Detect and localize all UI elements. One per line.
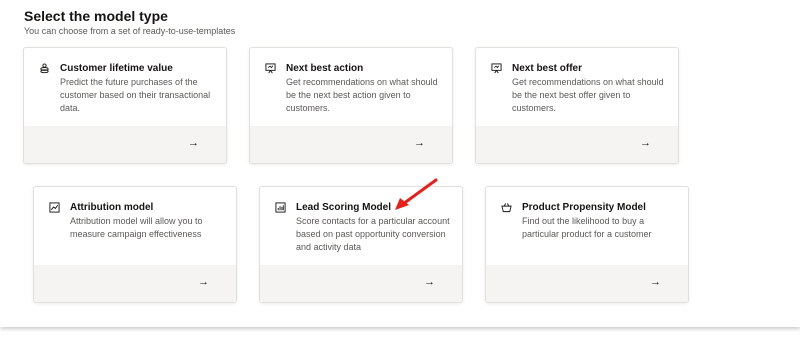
presentation-icon	[491, 63, 502, 74]
arrow-right-icon[interactable]: →	[414, 138, 425, 149]
card-footer: →	[34, 265, 236, 302]
card-description: Attribution model will allow you to meas…	[70, 216, 203, 239]
card-next-best-action[interactable]: Next best action Get recommendations on …	[249, 47, 453, 164]
model-type-panel: Select the model type You can choose fro…	[0, 0, 800, 327]
card-description: Get recommendations on what should be th…	[512, 77, 664, 113]
card-description: Get recommendations on what should be th…	[286, 77, 438, 113]
card-next-best-offer[interactable]: Next best offer Get recommendations on w…	[475, 47, 679, 164]
arrow-right-icon[interactable]: →	[640, 138, 651, 149]
card-customer-lifetime-value[interactable]: Customer lifetime value Predict the futu…	[23, 47, 227, 164]
card-footer: →	[24, 126, 226, 163]
card-footer: →	[260, 265, 462, 302]
coins-icon	[40, 63, 49, 74]
annotation-arrow	[395, 178, 438, 210]
card-product-propensity-model[interactable]: Product Propensity Model Find out the li…	[485, 186, 689, 303]
card-body: Customer lifetime value Predict the futu…	[24, 48, 226, 128]
card-title: Customer lifetime value	[60, 63, 173, 74]
card-footer: →	[250, 126, 452, 163]
card-description: Score contacts for a particular account …	[296, 216, 450, 252]
presentation-icon	[265, 63, 276, 74]
card-title: Product Propensity Model	[522, 202, 646, 213]
card-body: Next best offer Get recommendations on w…	[476, 48, 678, 128]
page-subtitle: You can choose from a set of ready-to-us…	[24, 26, 236, 36]
basket-icon	[501, 203, 512, 213]
line-chart-icon	[49, 202, 60, 213]
card-title: Attribution model	[70, 202, 154, 213]
bar-chart-icon	[275, 202, 286, 213]
arrow-right-icon[interactable]: →	[650, 277, 661, 288]
card-footer: →	[476, 126, 678, 163]
card-title: Next best offer	[512, 63, 583, 74]
arrow-right-icon[interactable]: →	[188, 138, 199, 149]
card-title: Lead Scoring Model	[296, 202, 392, 213]
card-body: Product Propensity Model Find out the li…	[486, 187, 688, 267]
card-title: Next best action	[286, 63, 364, 74]
card-description: Predict the future purchases of the cust…	[60, 77, 211, 113]
card-body: Attribution model Attribution model will…	[34, 187, 236, 267]
arrow-right-icon[interactable]: →	[198, 277, 209, 288]
arrow-right-icon[interactable]: →	[424, 277, 435, 288]
card-description: Find out the likelihood to buy a particu…	[522, 216, 652, 239]
page-title: Select the model type	[24, 8, 168, 24]
card-attribution-model[interactable]: Attribution model Attribution model will…	[33, 186, 237, 303]
card-footer: →	[486, 265, 688, 302]
card-body: Next best action Get recommendations on …	[250, 48, 452, 128]
